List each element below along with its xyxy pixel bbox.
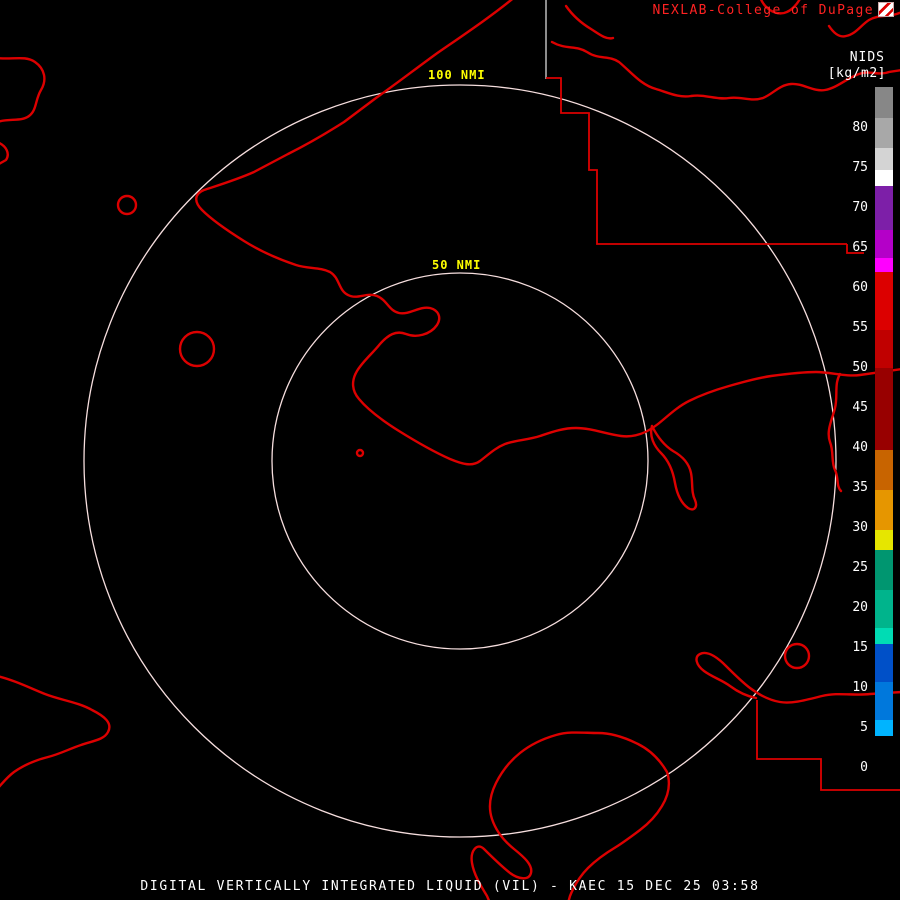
colorbar-segment — [875, 628, 893, 644]
colorbar-tick-label: 70 — [852, 200, 868, 215]
range-ring-50nmi — [271, 272, 649, 650]
colorbar-tick-label: 80 — [852, 120, 868, 135]
river-branch-top — [564, 4, 615, 40]
colorbar-segment — [875, 736, 893, 780]
colorbar-tick-label: 65 — [852, 240, 868, 255]
colorbar-segment — [875, 87, 893, 118]
colorbar-segment — [875, 118, 893, 148]
lake-left-mid — [178, 330, 216, 368]
coastline-main — [195, 0, 900, 466]
colorbar-segment — [875, 590, 893, 628]
coastline-peninsula-hook — [649, 424, 698, 511]
colorbar-segment — [875, 330, 893, 368]
landmass-bottom-left — [0, 675, 111, 788]
scale-title: NIDS — [849, 50, 885, 65]
colorbar-segment — [875, 450, 893, 490]
colorbar-segment — [875, 186, 893, 230]
colorbar-tick-label: 20 — [852, 600, 868, 615]
colorbar-segment — [875, 148, 893, 170]
colorbar-segment — [875, 550, 893, 590]
colorbar-tick-label: 5 — [860, 720, 868, 735]
nexlab-brand-text: NEXLAB-College of DuPage — [652, 3, 874, 18]
landmass-bottom-center — [470, 731, 670, 900]
colorbar-tick-label: 30 — [852, 520, 868, 535]
range-label-50nmi: 50 NMI — [428, 258, 486, 272]
colorbar-segment — [875, 644, 893, 682]
colorbar-segment — [875, 530, 893, 550]
shore-bottom-right — [695, 651, 900, 704]
map-outlines — [0, 0, 900, 900]
lake-small-left — [116, 194, 138, 216]
colorbar-tick-label: 25 — [852, 560, 868, 575]
colorbar-segment — [875, 490, 893, 530]
colorbar-tick-label: 10 — [852, 680, 868, 695]
colorbar-gradient — [875, 87, 893, 780]
colorbar-segment — [875, 230, 893, 258]
islet-center — [355, 448, 365, 458]
colorbar-segment — [875, 720, 893, 736]
shore-left-small — [0, 142, 9, 165]
colorbar-tick-label: 0 — [860, 760, 868, 775]
colorbar-segment — [875, 272, 893, 330]
colorbar-tick-label: 75 — [852, 160, 868, 175]
colorbar-ticks: 80 75 70 65 60 55 50 45 40 35 30 25 20 15 10 5 0 — [824, 87, 868, 793]
colorbar-tick-label: 40 — [852, 440, 868, 455]
colorbar-tick-label: 15 — [852, 640, 868, 655]
map-canvas — [0, 0, 900, 900]
boundary-steps-topright — [546, 77, 864, 254]
scale-units-label: [kg/m2] — [827, 66, 886, 81]
lake-right-bottom — [783, 642, 811, 670]
colorbar-tick-label: 55 — [852, 320, 868, 335]
product-caption: DIGITAL VERTICALLY INTEGRATED LIQUID (VI… — [140, 879, 760, 894]
colorbar-tick-label: 35 — [852, 480, 868, 495]
radar-display: 100 NMI 50 NMI NEXLAB-College of DuPage … — [0, 0, 900, 900]
range-label-100nmi: 100 NMI — [424, 68, 490, 82]
colorbar-tick-label: 45 — [852, 400, 868, 415]
colorbar-segment — [875, 170, 893, 186]
landmass-left-top — [0, 56, 46, 123]
colorbar-segment — [875, 368, 893, 450]
colorbar-tick-label: 50 — [852, 360, 868, 375]
colorbar-segment — [875, 258, 893, 272]
colorbar-segment — [875, 682, 893, 720]
colorbar-tick-label: 60 — [852, 280, 868, 295]
nexlab-logo-icon — [878, 2, 894, 17]
